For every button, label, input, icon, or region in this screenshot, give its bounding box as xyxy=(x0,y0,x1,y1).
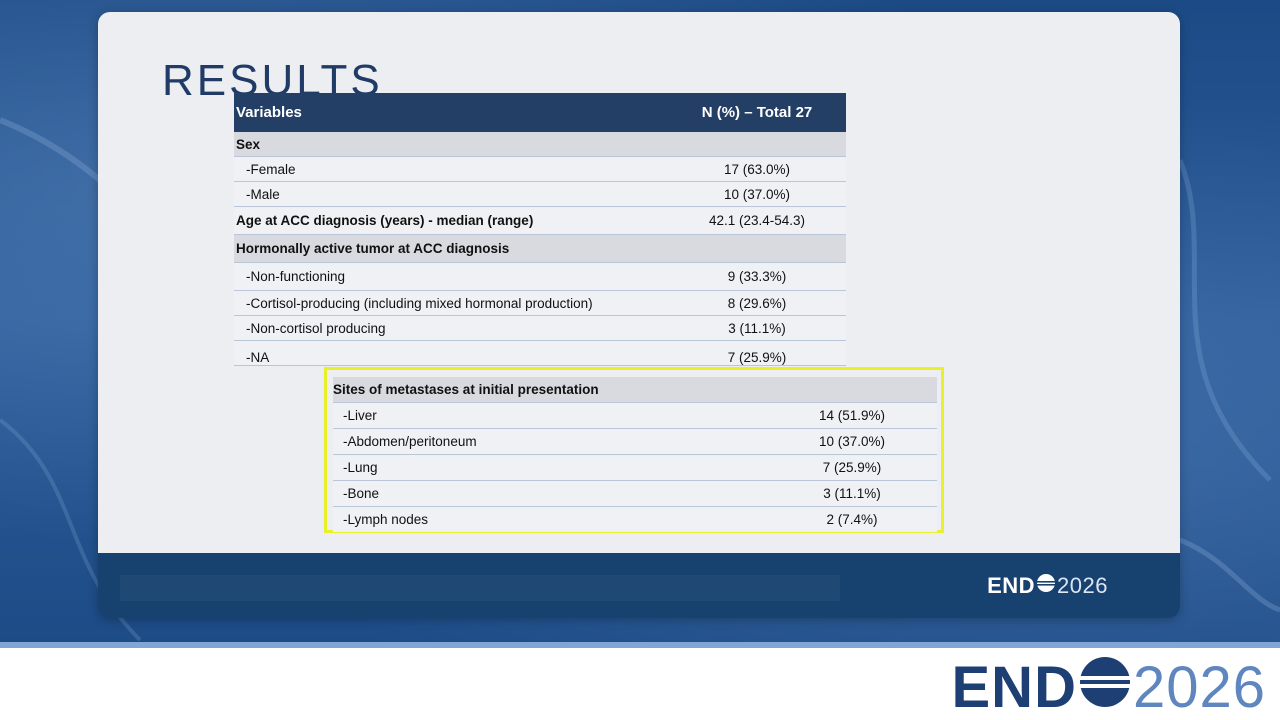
row-label: -Male xyxy=(234,181,668,207)
row-value: 17 (63.0%) xyxy=(668,156,846,182)
table-row: -Lymph nodes 2 (7.4%) xyxy=(333,506,937,532)
table-row: Age at ACC diagnosis (years) - median (r… xyxy=(234,206,846,235)
table-row: -Abdomen/peritoneum 10 (37.0%) xyxy=(333,428,937,455)
globe-icon xyxy=(1036,573,1056,599)
logo-year-text: 2026 xyxy=(1132,654,1266,720)
row-label: -Abdomen/peritoneum xyxy=(333,428,767,455)
table-row: -Bone 3 (11.1%) xyxy=(333,480,937,507)
footer-strip xyxy=(120,575,840,601)
row-label: -Cortisol-producing (including mixed hor… xyxy=(234,290,668,316)
row-value: 10 (37.0%) xyxy=(668,181,846,207)
row-label: -Lung xyxy=(333,454,767,481)
row-value: 9 (33.3%) xyxy=(668,262,846,291)
slide-footer: END 2026 xyxy=(98,553,1180,618)
row-value: 42.1 (23.4-54.3) xyxy=(668,206,846,235)
table-row: -Non-functioning 9 (33.3%) xyxy=(234,262,846,291)
logo-end-text: END xyxy=(987,573,1036,598)
table-row: -Cortisol-producing (including mixed hor… xyxy=(234,290,846,316)
row-value: 3 (11.1%) xyxy=(668,315,846,341)
row-value: 3 (11.1%) xyxy=(767,480,937,507)
row-label: -Liver xyxy=(333,402,767,429)
row-value: 7 (25.9%) xyxy=(767,454,937,481)
table-row: Sites of metastases at initial presentat… xyxy=(333,377,937,403)
row-value: 2 (7.4%) xyxy=(767,506,937,532)
globe-icon xyxy=(1078,655,1132,720)
endo-logo-large: END 2026 xyxy=(952,655,1267,720)
header-total: N (%) – Total 27 xyxy=(668,93,846,132)
row-value: 8 (29.6%) xyxy=(668,290,846,316)
table-row: -Lung 7 (25.9%) xyxy=(333,454,937,481)
row-label: Age at ACC diagnosis (years) - median (r… xyxy=(234,206,668,235)
header-variables: Variables xyxy=(234,93,668,132)
row-label: -Non-cortisol producing xyxy=(234,315,668,341)
row-value: 14 (51.9%) xyxy=(767,402,937,429)
row-label: Sites of metastases at initial presentat… xyxy=(333,377,767,403)
logo-end-text: END xyxy=(951,654,1077,720)
table-row: Sex xyxy=(234,132,846,157)
row-label: Sex xyxy=(234,132,668,157)
metastases-table: Sites of metastases at initial presentat… xyxy=(333,377,937,532)
row-label: -NA xyxy=(234,340,668,366)
row-label: -Bone xyxy=(333,480,767,507)
row-value xyxy=(668,132,846,157)
row-value: 7 (25.9%) xyxy=(668,340,846,366)
row-label: -Female xyxy=(234,156,668,182)
table-header-row: Variables N (%) – Total 27 xyxy=(234,93,846,132)
results-table: Variables N (%) – Total 27 Sex -Female 1… xyxy=(234,93,846,366)
table-row: Hormonally active tumor at ACC diagnosis xyxy=(234,234,846,263)
row-value xyxy=(668,234,846,263)
table-row: -Liver 14 (51.9%) xyxy=(333,402,937,429)
row-label: -Non-functioning xyxy=(234,262,668,291)
logo-year-text: 2026 xyxy=(1057,573,1108,598)
row-label: -Lymph nodes xyxy=(333,506,767,532)
endo-logo-small: END 2026 xyxy=(987,573,1108,599)
table-row: -Non-cortisol producing 3 (11.1%) xyxy=(234,315,846,341)
row-value: 10 (37.0%) xyxy=(767,428,937,455)
table-row: -Female 17 (63.0%) xyxy=(234,156,846,182)
table-row: -NA 7 (25.9%) xyxy=(234,340,846,366)
table-row: -Male 10 (37.0%) xyxy=(234,181,846,207)
row-value xyxy=(767,377,937,403)
row-label: Hormonally active tumor at ACC diagnosis xyxy=(234,234,668,263)
